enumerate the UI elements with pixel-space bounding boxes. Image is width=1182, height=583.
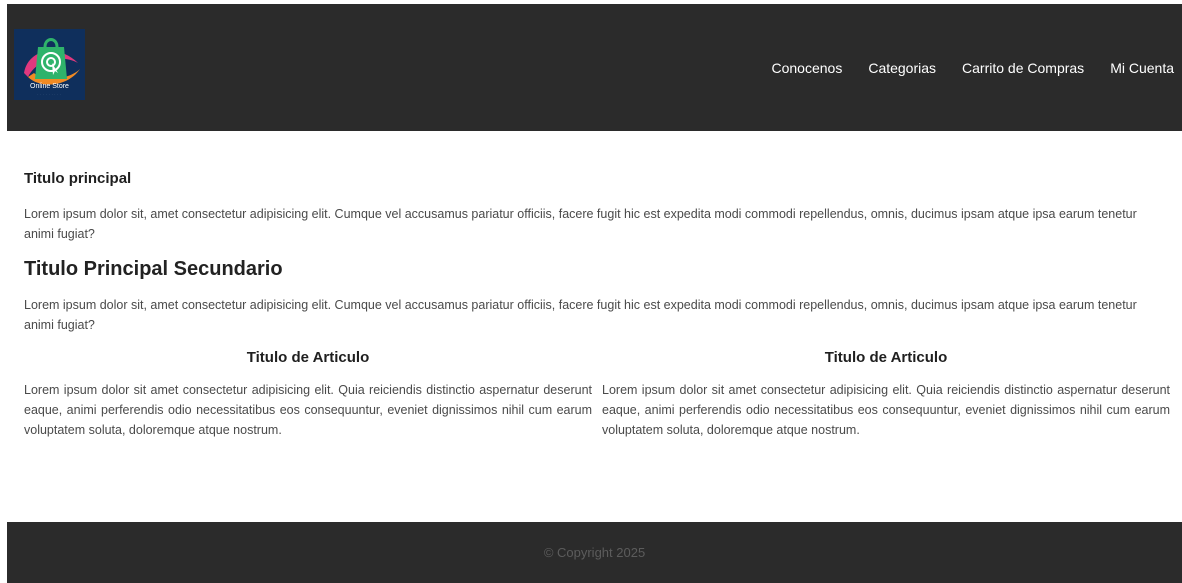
main-nav: Conocenos Categorias Carrito de Compras … [772, 4, 1175, 131]
logo-subtext: · · · · · · · · · [37, 92, 62, 96]
site-footer: © Copyright 2025 [7, 522, 1182, 583]
nav-link-mi-cuenta[interactable]: Mi Cuenta [1110, 60, 1174, 76]
nav-link-conocenos[interactable]: Conocenos [772, 60, 843, 76]
section-title: Titulo Principal Secundario [24, 258, 283, 280]
article-body: Lorem ipsum dolor sit amet consectetur a… [602, 383, 1170, 437]
section-paragraph: Lorem ipsum dolor sit, amet consectetur … [24, 298, 1137, 332]
site-header: Online Store · · · · · · · · · Conocenos… [7, 4, 1182, 131]
nav-link-carrito[interactable]: Carrito de Compras [962, 60, 1084, 76]
copyright-text: © Copyright 2025 [543, 545, 646, 560]
logo-text: Online Store [30, 83, 69, 90]
article-card: Titulo de Articulo Lorem ipsum dolor sit… [24, 349, 592, 440]
article-title: Titulo de Articulo [246, 349, 370, 366]
nav-link-categorias[interactable]: Categorias [868, 60, 936, 76]
page-title: Titulo principal [24, 170, 132, 187]
article-card: Titulo de Articulo Lorem ipsum dolor sit… [602, 349, 1170, 440]
articles-row: Titulo de Articulo Lorem ipsum dolor sit… [24, 349, 1170, 440]
intro-paragraph: Lorem ipsum dolor sit, amet consectetur … [24, 207, 1137, 241]
main-content: Titulo principal Lorem ipsum dolor sit, … [24, 170, 1170, 440]
article-title: Titulo de Articulo [824, 349, 948, 366]
article-body: Lorem ipsum dolor sit amet consectetur a… [24, 383, 592, 437]
store-logo[interactable]: Online Store · · · · · · · · · [14, 29, 85, 100]
